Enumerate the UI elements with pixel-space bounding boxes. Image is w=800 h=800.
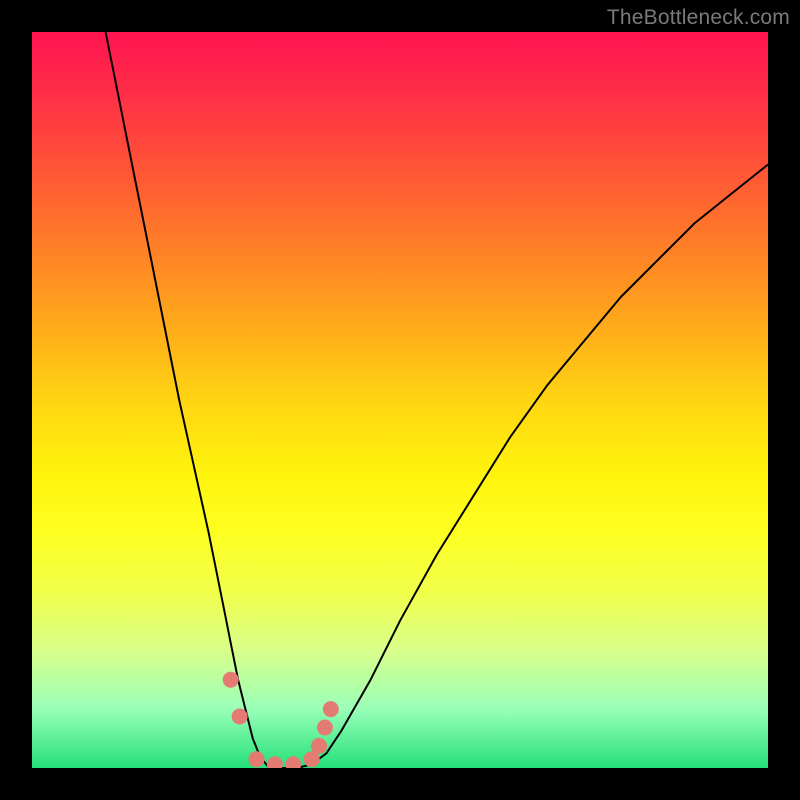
- marker-dot: [267, 756, 283, 768]
- plot-area: [32, 32, 768, 768]
- marker-dot: [223, 672, 239, 688]
- curve-line: [106, 32, 768, 768]
- curve-path: [106, 32, 768, 768]
- chart-svg: [32, 32, 768, 768]
- marker-dot: [311, 738, 327, 754]
- marker-dot: [317, 720, 333, 736]
- marker-dot: [249, 751, 265, 767]
- watermark-text: TheBottleneck.com: [607, 6, 790, 30]
- chart-frame: TheBottleneck.com: [0, 0, 800, 800]
- marker-dot: [285, 756, 301, 768]
- marker-dot: [323, 701, 339, 717]
- marker-dot: [232, 709, 248, 725]
